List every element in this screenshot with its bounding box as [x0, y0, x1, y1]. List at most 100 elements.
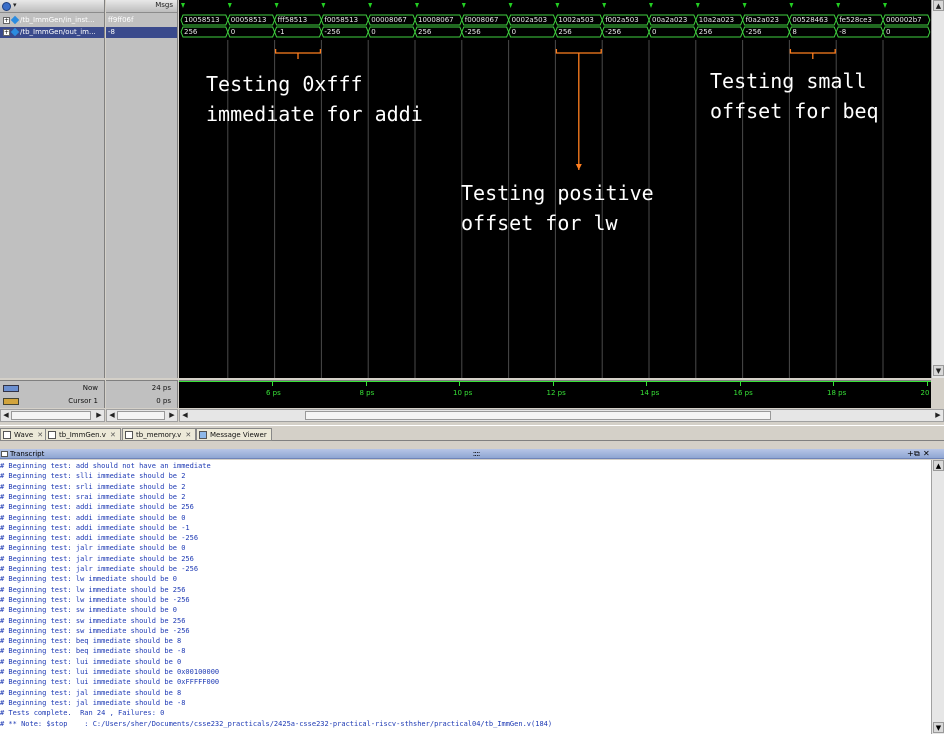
timeline-axis	[179, 381, 931, 382]
scroll-left-icon[interactable]: ◀	[107, 410, 117, 421]
cursor-names-pane: Now Cursor 1	[0, 380, 105, 408]
bus-value: 10008067	[418, 16, 454, 24]
transcript-line: # Beginning test: slli immediate should …	[0, 472, 186, 481]
bus-value: 10a2a023	[698, 16, 735, 24]
transcript-scrollbar[interactable]: ▲ ▼	[931, 460, 944, 734]
transcript-line: # Beginning test: lw immediate should be…	[0, 585, 186, 594]
edge-marker-icon	[742, 3, 747, 8]
tab-label: tb_ImmGen.v	[59, 431, 106, 439]
transcript-icon	[1, 451, 8, 457]
wave-vertical-scrollbar[interactable]: ▲ ▼	[931, 0, 944, 378]
names-horizontal-scrollbar[interactable]: ◀ ▶	[0, 409, 105, 422]
annotation-lw: Testing positive offset for lw	[461, 181, 654, 235]
signal-row-immediate[interactable]: + /tb_ImmGen/out_im...	[0, 27, 104, 38]
time-tick-label: 12 ps	[546, 389, 566, 397]
bus-value: 256	[558, 28, 572, 36]
transcript-line: # Beginning test: addi immediate should …	[0, 534, 199, 543]
scroll-right-icon[interactable]: ▶	[167, 410, 177, 421]
wave-horizontal-scrollbar[interactable]: ◀ ▶	[179, 409, 944, 422]
bus-value: 0	[371, 28, 376, 36]
values-horizontal-scrollbar[interactable]: ◀ ▶	[106, 409, 178, 422]
scroll-down-icon[interactable]: ▼	[933, 722, 944, 733]
bus-value: f0058513	[324, 16, 359, 24]
bus-value: -256	[745, 28, 762, 36]
drag-handle-icon[interactable]: ::::	[466, 449, 486, 459]
tab-wave[interactable]: Wave ✕	[0, 428, 49, 441]
close-icon[interactable]: ✕	[923, 449, 930, 459]
edge-marker-icon	[368, 3, 373, 8]
document-tabs: Wave ✕ tb_ImmGen.v ✕ tb_memory.v ✕ Message …	[0, 425, 944, 441]
cursor-values-pane: 24 ps 0 ps	[106, 380, 178, 408]
tab-label: tb_memory.v	[136, 431, 182, 439]
scroll-right-icon[interactable]: ▶	[94, 410, 104, 421]
scroll-left-icon[interactable]: ◀	[180, 410, 190, 421]
scroll-thumb[interactable]	[305, 411, 771, 420]
dock-icon[interactable]: ⧉	[914, 449, 920, 459]
edge-marker-icon	[883, 3, 887, 8]
globe-icon[interactable]	[2, 2, 11, 11]
scroll-right-icon[interactable]: ▶	[933, 410, 943, 421]
transcript-line: # Beginning test: addi immediate should …	[0, 503, 194, 512]
time-tick-label: 16 ps	[733, 389, 753, 397]
bus-value: fe528ce3	[839, 16, 872, 24]
bus-value: -256	[324, 28, 341, 36]
bus-value: 0	[652, 28, 657, 36]
expand-icon[interactable]: +	[3, 29, 10, 36]
scroll-left-icon[interactable]: ◀	[1, 410, 11, 421]
add-icon[interactable]: +	[907, 449, 914, 459]
signal-name: /tb_ImmGen/in_inst...	[20, 16, 95, 24]
transcript-line: # Tests complete. Ran 24 , Failures: 0	[0, 709, 165, 718]
scroll-thumb[interactable]	[11, 411, 91, 420]
transcript-line: # Beginning test: sw immediate should be…	[0, 626, 190, 635]
chevron-down-icon[interactable]: ▾	[13, 1, 17, 9]
signal-names-pane: ▾ + /tb_ImmGen/in_inst... + /tb_ImmGen/out…	[0, 0, 105, 378]
expand-icon[interactable]: +	[3, 17, 10, 24]
bus-value: 8	[792, 28, 797, 36]
signal-row-instruction[interactable]: + /tb_ImmGen/in_inst...	[0, 15, 104, 26]
edge-marker-icon	[695, 3, 700, 8]
edge-marker-icon	[461, 3, 466, 8]
transcript-line: # Beginning test: sw immediate should be…	[0, 616, 186, 625]
transcript-line: # Beginning test: sw immediate should be…	[0, 606, 178, 615]
scroll-thumb[interactable]	[117, 411, 165, 420]
tab-tb-memory[interactable]: tb_memory.v ✕	[122, 428, 197, 441]
waveform-area[interactable]: Testing 0xfff immediate for addi Testing…	[179, 0, 931, 378]
scroll-up-icon[interactable]: ▲	[933, 460, 944, 471]
time-ruler[interactable]: 6 ps 8 ps 10 ps 12 ps 14 ps 16 ps 18 ps 20	[179, 380, 931, 408]
signal-icon	[10, 15, 20, 25]
transcript-line: # Beginning test: lui immediate should b…	[0, 668, 220, 676]
tab-tb-immgen[interactable]: tb_ImmGen.v ✕	[45, 428, 121, 441]
cursor-icon[interactable]	[3, 398, 19, 405]
transcript-line: # Beginning test: addi immediate should …	[0, 513, 186, 522]
time-tick-label: 6 ps	[266, 389, 281, 397]
close-icon[interactable]: ✕	[110, 431, 116, 439]
close-icon[interactable]: ✕	[37, 431, 43, 439]
names-header: ▾	[0, 0, 104, 13]
bus-value: -8	[839, 28, 847, 36]
tab-label: Message Viewer	[210, 431, 267, 439]
annotation-beq: Testing small offset for beq	[710, 69, 879, 123]
bus-value: f0008067	[464, 16, 499, 24]
bus-value: -256	[464, 28, 481, 36]
edge-marker-icon	[555, 3, 560, 8]
transcript-line: # Beginning test: lui immediate should b…	[0, 678, 220, 687]
now-icon[interactable]	[3, 385, 19, 392]
values-header: Msgs	[106, 0, 177, 13]
signal-icon	[10, 27, 20, 37]
arrow-head-icon	[575, 164, 582, 170]
file-icon	[125, 431, 133, 439]
message-icon	[199, 431, 207, 439]
close-icon[interactable]: ✕	[185, 431, 191, 439]
time-tick-label: 10 ps	[453, 389, 473, 397]
bus-value: -256	[605, 28, 622, 36]
cursor-label: Cursor 1	[68, 397, 98, 405]
time-tick-label: 20	[920, 389, 930, 397]
scroll-up-icon[interactable]: ▲	[933, 0, 944, 11]
scroll-down-icon[interactable]: ▼	[933, 365, 944, 376]
edge-marker-icon	[649, 3, 653, 8]
tab-message-viewer[interactable]: Message Viewer	[196, 428, 272, 441]
bus-value: 0	[230, 28, 236, 36]
bus-value: 00058513	[230, 16, 267, 24]
transcript-body[interactable]: # Beginning test: add should not have an…	[0, 460, 931, 734]
edge-marker-icon	[227, 3, 232, 8]
